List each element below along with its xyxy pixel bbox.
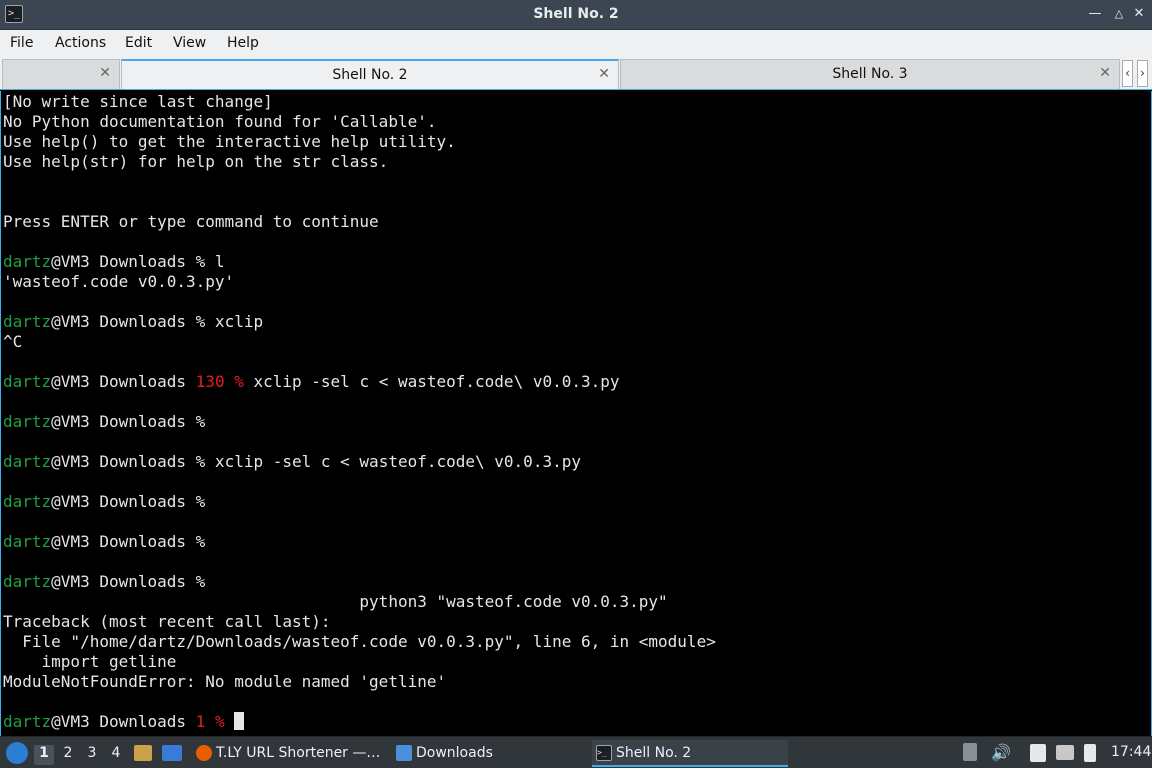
terminal-line: 'wasteof.code v0.0.3.py': [3, 272, 235, 291]
terminal-line: dartz@VM3 Downloads %: [3, 572, 206, 591]
show-desktop-icon[interactable]: [162, 745, 182, 761]
tab-shell-3[interactable]: Shell No. 3 ✕: [620, 59, 1120, 89]
task-firefox[interactable]: T.LY URL Shortener —…: [192, 740, 388, 767]
task-label: Downloads: [416, 745, 493, 761]
terminal-line: Traceback (most recent call last):: [3, 612, 331, 631]
tab-scroll-left-icon[interactable]: ‹: [1122, 60, 1133, 87]
volume-icon[interactable]: 🔊: [991, 743, 1011, 762]
terminal-output[interactable]: [No write since last change] No Python do…: [0, 91, 1152, 736]
tab-scroll-right-icon[interactable]: ›: [1137, 60, 1148, 87]
window-title: Shell No. 2: [533, 6, 619, 22]
clipboard-icon[interactable]: [1030, 744, 1046, 762]
terminal-line: import getline: [3, 652, 177, 671]
terminal-line: dartz@VM3 Downloads % xclip -sel c < was…: [3, 452, 581, 471]
terminal-line: dartz@VM3 Downloads % xclip: [3, 312, 264, 331]
terminal-line: Use help(str) for help on the str class.: [3, 152, 389, 171]
task-shell[interactable]: >_ Shell No. 2: [592, 740, 788, 767]
terminal-line: python3 "wasteof.code v0.0.3.py": [3, 592, 668, 611]
tab-label: Shell No. 3: [832, 66, 908, 82]
taskbar: 1 2 3 4 T.LY URL Shortener —… Downloads …: [0, 736, 1152, 768]
battery-icon[interactable]: [1084, 744, 1096, 762]
terminal-line: ModuleNotFoundError: No module named 'ge…: [3, 672, 447, 691]
menu-actions[interactable]: Actions: [55, 35, 106, 51]
close-icon[interactable]: ✕: [1130, 5, 1148, 23]
workspace-4[interactable]: 4: [106, 745, 126, 765]
task-downloads[interactable]: Downloads: [392, 740, 588, 767]
tab-close-icon[interactable]: ✕: [598, 66, 610, 82]
terminal-line: ^C: [3, 332, 23, 351]
menu-bar: File Actions Edit View Help: [0, 30, 1152, 57]
terminal-line: [No write since last change]: [3, 92, 273, 111]
app-menu-icon[interactable]: [6, 742, 28, 764]
tab-bar: ✕ Shell No. 2 ✕ Shell No. 3 ✕ ‹ ›: [0, 57, 1152, 90]
terminal-icon: >_: [596, 745, 612, 761]
terminal-line: dartz@VM3 Downloads %: [3, 412, 206, 431]
tab-shell-2[interactable]: Shell No. 2 ✕: [121, 59, 619, 89]
task-label: Shell No. 2: [616, 745, 692, 761]
terminal-line: dartz@VM3 Downloads %: [3, 492, 206, 511]
terminal-line: dartz@VM3 Downloads %: [3, 532, 206, 551]
menu-file[interactable]: File: [10, 35, 33, 51]
workspace-3[interactable]: 3: [82, 745, 102, 765]
menu-edit[interactable]: Edit: [125, 35, 152, 51]
task-label: T.LY URL Shortener —…: [216, 745, 381, 761]
tab-1[interactable]: ✕: [2, 59, 120, 89]
file-manager-icon[interactable]: [134, 745, 152, 761]
terminal-line: dartz@VM3 Downloads 1 %: [3, 712, 245, 732]
workspace-1[interactable]: 1: [34, 745, 54, 765]
folder-icon: [396, 745, 412, 761]
terminal-line: Use help() to get the interactive help u…: [3, 132, 456, 151]
tab-label: Shell No. 2: [332, 67, 408, 83]
terminal-line: dartz@VM3 Downloads 130 % xclip -sel c <…: [3, 372, 620, 391]
tab-close-icon[interactable]: ✕: [1099, 65, 1111, 81]
network-icon[interactable]: [1056, 745, 1074, 760]
menu-help[interactable]: Help: [227, 35, 259, 51]
terminal-line: Press ENTER or type command to continue: [3, 212, 379, 231]
tab-close-icon[interactable]: ✕: [99, 65, 111, 81]
cursor: [234, 712, 245, 730]
clock[interactable]: 17:44: [1111, 744, 1151, 760]
terminal-line: dartz@VM3 Downloads % l: [3, 252, 225, 271]
terminal-line: File "/home/dartz/Downloads/wasteof.code…: [3, 632, 716, 651]
menu-view[interactable]: View: [173, 35, 206, 51]
title-bar: >_ Shell No. 2 — △ ✕: [0, 0, 1152, 30]
terminal-line: No Python documentation found for 'Calla…: [3, 112, 437, 131]
firefox-icon: [196, 745, 212, 761]
tray-up-icon[interactable]: [963, 743, 977, 761]
minimize-icon[interactable]: —: [1086, 5, 1104, 23]
maximize-icon[interactable]: △: [1110, 5, 1128, 23]
workspace-2[interactable]: 2: [58, 745, 78, 765]
